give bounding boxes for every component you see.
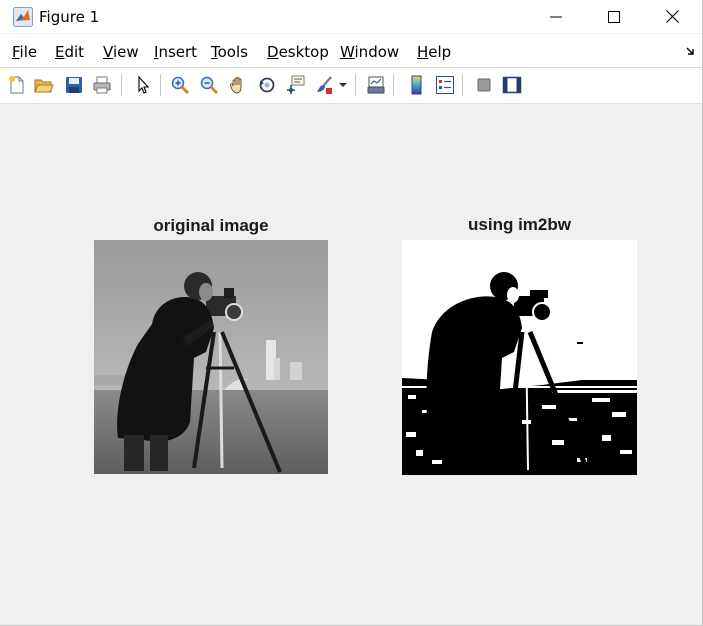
brush-icon bbox=[317, 76, 332, 94]
insert-colorbar-button[interactable] bbox=[405, 73, 429, 97]
brush-dropdown-icon bbox=[339, 83, 347, 87]
axes-title-original: original image bbox=[153, 216, 269, 235]
data-cursor-button[interactable] bbox=[283, 73, 307, 97]
insert-legend-button[interactable] bbox=[433, 73, 457, 97]
menu-desktop-label: esktop bbox=[278, 43, 329, 61]
insert-legend-icon bbox=[436, 76, 454, 94]
save-icon bbox=[66, 77, 82, 93]
rotate-3d-icon bbox=[259, 77, 275, 93]
pan-icon bbox=[230, 77, 242, 94]
menu-view-mnemonic: V bbox=[103, 43, 113, 61]
window-title: Figure 1 bbox=[39, 8, 100, 26]
close-icon bbox=[665, 10, 679, 23]
new-figure-button[interactable] bbox=[5, 73, 29, 97]
axes-title-binary: using im2bw bbox=[468, 215, 571, 234]
toolbar-separator bbox=[355, 74, 356, 96]
edit-plot-button[interactable] bbox=[131, 73, 155, 97]
dock-figure-icon[interactable] bbox=[686, 46, 696, 56]
brush-button[interactable] bbox=[312, 73, 336, 97]
menu-desktop-mnemonic: D bbox=[267, 43, 279, 61]
menu-window[interactable]: Window bbox=[340, 43, 399, 61]
hide-plot-tools-button[interactable] bbox=[472, 73, 496, 97]
menu-edit-label: dit bbox=[64, 43, 85, 61]
menu-tools-mnemonic: T bbox=[211, 43, 218, 61]
print-icon bbox=[93, 76, 111, 94]
zoom-in-button[interactable] bbox=[168, 73, 192, 97]
new-figure-icon bbox=[9, 76, 24, 94]
edit-plot-icon bbox=[138, 75, 150, 94]
show-plot-tools-button[interactable] bbox=[500, 73, 524, 97]
show-plot-tools-icon bbox=[502, 76, 522, 94]
menu-desktop[interactable]: Desktop bbox=[267, 43, 329, 61]
zoom-out-button[interactable] bbox=[197, 73, 221, 97]
toolbar-separator bbox=[393, 74, 394, 96]
maximize-button[interactable] bbox=[586, 0, 642, 33]
menu-tools-label: ools bbox=[217, 43, 248, 61]
figure-toolbar bbox=[0, 67, 702, 104]
menu-tools[interactable]: Tools bbox=[211, 43, 248, 61]
binary-image bbox=[402, 240, 637, 475]
pan-button[interactable] bbox=[226, 73, 250, 97]
minimize-icon bbox=[550, 16, 562, 17]
menu-edit[interactable]: Edit bbox=[55, 43, 84, 61]
menu-help-label: elp bbox=[428, 43, 452, 61]
menu-file-label: ile bbox=[19, 43, 38, 61]
title-bar[interactable]: Figure 1 bbox=[0, 0, 702, 33]
menu-file-mnemonic: F bbox=[12, 43, 20, 61]
insert-colorbar-icon bbox=[411, 75, 422, 95]
open-file-button[interactable] bbox=[32, 73, 56, 97]
zoom-out-icon bbox=[200, 76, 219, 95]
menu-view-label: iew bbox=[112, 43, 139, 61]
menu-view[interactable]: View bbox=[103, 43, 139, 61]
menu-window-mnemonic: W bbox=[340, 43, 355, 61]
matlab-icon bbox=[13, 7, 33, 27]
rotate-3d-button[interactable] bbox=[255, 73, 279, 97]
open-file-icon bbox=[34, 79, 54, 93]
data-cursor-icon bbox=[287, 75, 305, 94]
brush-dropdown-button[interactable] bbox=[336, 73, 350, 97]
menu-window-label: indow bbox=[354, 43, 400, 61]
maximize-icon bbox=[608, 10, 620, 23]
print-button[interactable] bbox=[90, 73, 114, 97]
minimize-button[interactable] bbox=[528, 0, 584, 33]
link-plot-button[interactable] bbox=[364, 73, 388, 97]
menu-file[interactable]: File bbox=[12, 43, 37, 61]
menu-bar: File Edit View Insert Tools Desktop Wind… bbox=[0, 34, 702, 67]
menu-help-mnemonic: H bbox=[417, 43, 429, 61]
menu-help[interactable]: Help bbox=[417, 43, 451, 61]
save-button[interactable] bbox=[62, 73, 86, 97]
hide-plot-tools-icon bbox=[477, 78, 491, 92]
link-plot-icon bbox=[367, 76, 385, 94]
toolbar-separator bbox=[121, 74, 122, 96]
original-image bbox=[94, 240, 328, 474]
zoom-in-icon bbox=[171, 76, 190, 95]
toolbar-separator bbox=[160, 74, 161, 96]
menu-insert[interactable]: Insert bbox=[154, 43, 197, 61]
menu-insert-label: nsert bbox=[158, 43, 198, 61]
toolbar-separator bbox=[462, 74, 463, 96]
close-button[interactable] bbox=[644, 0, 700, 33]
figure-window: Figure 1 File Edit View Insert Tools Des… bbox=[0, 0, 703, 626]
